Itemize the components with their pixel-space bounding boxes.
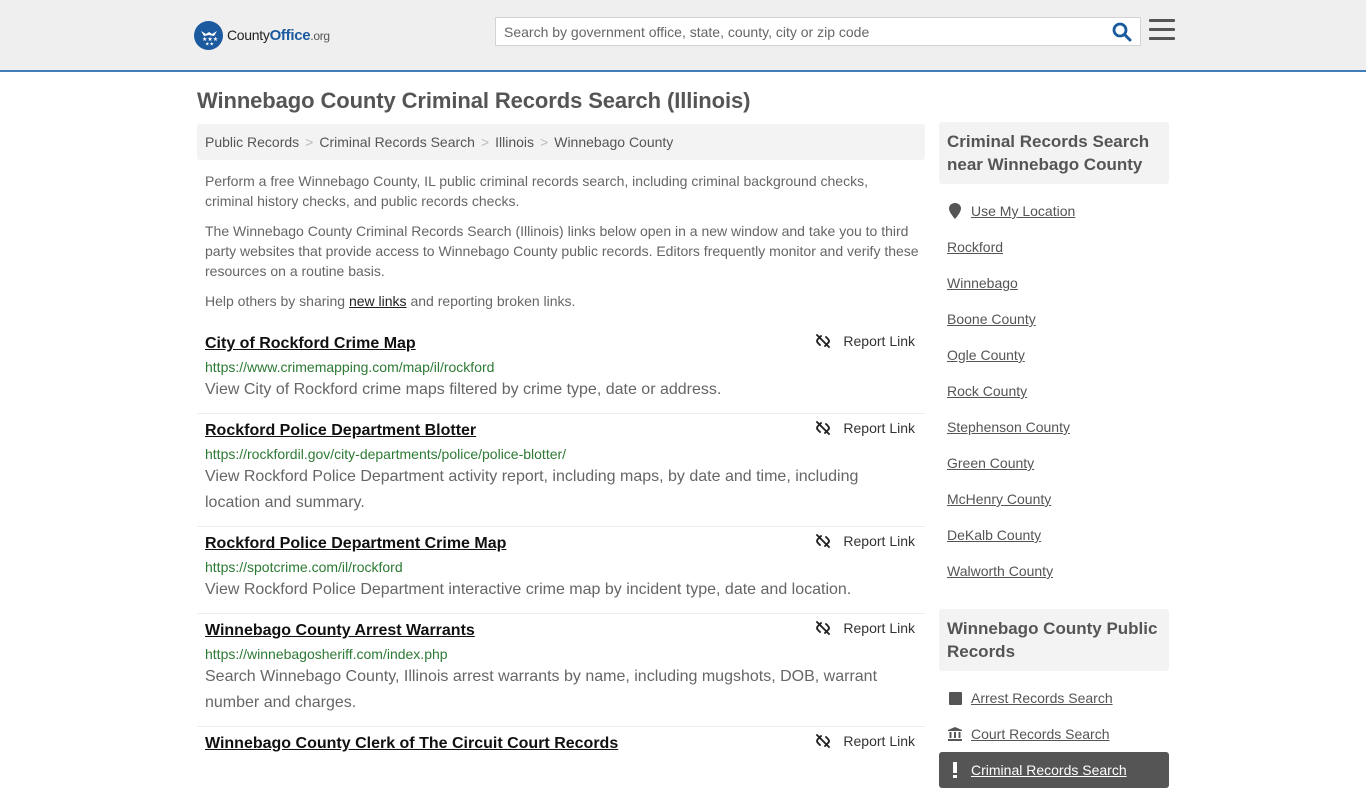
breadcrumb: Public Records > Criminal Records Search > I… [197,124,925,160]
page-title: Winnebago County Criminal Records Search… [197,88,751,113]
nearby-link-walworth-county[interactable]: Walworth County [947,563,1053,579]
nearby-link-mchenry-county[interactable]: McHenry County [947,491,1051,507]
search-box [495,17,1141,46]
breadcrumb-separator: > [540,134,549,150]
result-description: View City of Rockford crime maps filtere… [205,381,722,398]
nearby-heading: Criminal Records Search near Winnebago C… [939,122,1169,184]
report-link-label: Report Link [843,420,915,436]
broken-link-icon [816,534,831,548]
search-input[interactable] [496,18,1106,45]
report-link-button[interactable]: Report Link [815,620,915,636]
breadcrumb-illinois[interactable]: Illinois [495,134,534,150]
nearby-link-green-county[interactable]: Green County [947,455,1034,471]
report-link-label: Report Link [843,620,915,636]
nearby-item: Walworth County [947,553,1161,589]
map-pin-icon [947,203,963,219]
report-link-button[interactable]: Report Link [815,333,915,349]
breadcrumb-public-records[interactable]: Public Records [205,134,299,150]
nearby-link-dekalb-county[interactable]: DeKalb County [947,527,1041,543]
result-item: Winnebago County Arrest Warrants https:/… [197,614,925,727]
result-title-link[interactable]: Rockford Police Department Crime Map [205,534,506,554]
search-icon [1112,22,1132,42]
nearby-item: McHenry County [947,481,1161,517]
nearby-link-winnebago[interactable]: Winnebago [947,275,1018,291]
eagle-stars-icon: ★★★ ★★ [194,21,223,50]
result-url: https://spotcrime.com/il/rockford [205,559,403,575]
result-item: City of Rockford Crime Map https://www.c… [197,327,925,414]
result-item: Winnebago County Clerk of The Circuit Co… [197,727,925,764]
result-url: https://www.crimemapping.com/map/il/rock… [205,359,495,375]
svg-text:★★: ★★ [205,41,214,46]
report-link-label: Report Link [843,733,915,749]
intro-text: Perform a free Winnebago County, IL publ… [205,171,920,321]
broken-link-icon [816,334,831,348]
report-link-label: Report Link [843,533,915,549]
result-title-link[interactable]: City of Rockford Crime Map [205,334,416,354]
breadcrumb-current: Winnebago County [554,134,674,150]
arrest-records-link[interactable]: Arrest Records Search [971,690,1113,706]
site-logo[interactable]: ★★★ ★★ CountyOffice.org [194,21,330,50]
nearby-item: Boone County [947,301,1161,337]
result-title-link[interactable]: Winnebago County Arrest Warrants [205,621,475,641]
courthouse-icon [947,727,963,741]
public-records-item: Court Records Search [947,716,1161,752]
use-my-location-item: Use My Location [947,193,1161,229]
nearby-link-rockford[interactable]: Rockford [947,239,1003,255]
criminal-records-link[interactable]: Criminal Records Search [971,762,1127,778]
hamburger-menu-icon[interactable] [1149,19,1175,43]
results-list: City of Rockford Crime Map https://www.c… [197,327,925,764]
breadcrumb-criminal-records[interactable]: Criminal Records Search [319,134,475,150]
result-description: Search Winnebago County, Illinois arrest… [205,668,878,711]
report-link-button[interactable]: Report Link [815,533,915,549]
intro-paragraph: The Winnebago County Criminal Records Se… [205,223,919,279]
top-bar: ★★★ ★★ CountyOffice.org [0,0,1366,72]
public-records-list: Arrest Records Search Court Records Sear… [939,671,1169,788]
logo-text: CountyOffice.org [227,27,330,44]
nearby-list: Use My Location Rockford Winnebago Boone… [939,184,1169,589]
nearby-item: Stephenson County [947,409,1161,445]
nearby-link-ogle-county[interactable]: Ogle County [947,347,1025,363]
intro-share-paragraph: Help others by sharing new links and rep… [205,293,576,309]
nearby-item: Green County [947,445,1161,481]
result-url: https://winnebagosheriff.com/index.php [205,646,448,662]
result-description: View Rockford Police Department activity… [205,468,859,511]
court-records-link[interactable]: Court Records Search [971,726,1110,742]
nearby-item: Winnebago [947,265,1161,301]
broken-link-icon [816,734,831,748]
report-link-label: Report Link [843,333,915,349]
nearby-link-stephenson-county[interactable]: Stephenson County [947,419,1070,435]
nearby-item: Rockford [947,229,1161,265]
public-records-item: Arrest Records Search [947,680,1161,716]
new-links-link[interactable]: new links [349,293,407,309]
result-title-link[interactable]: Rockford Police Department Blotter [205,421,476,441]
public-records-heading: Winnebago County Public Records [939,609,1169,671]
public-records-item-active: Criminal Records Search [939,752,1169,788]
exclamation-icon [947,762,963,778]
use-my-location-link[interactable]: Use My Location [971,203,1075,219]
intro-paragraph: Perform a free Winnebago County, IL publ… [205,173,868,209]
broken-link-icon [816,621,831,635]
sidebar: Criminal Records Search near Winnebago C… [939,122,1169,788]
nearby-item: Rock County [947,373,1161,409]
report-link-button[interactable]: Report Link [815,733,915,749]
square-icon [947,691,963,705]
report-link-button[interactable]: Report Link [815,420,915,436]
breadcrumb-separator: > [480,134,490,150]
result-title-link[interactable]: Winnebago County Clerk of The Circuit Co… [205,734,618,754]
result-item: Rockford Police Department Crime Map htt… [197,527,925,614]
result-url: https://rockfordil.gov/city-departments/… [205,446,567,462]
nearby-item: Ogle County [947,337,1161,373]
nearby-item: DeKalb County [947,517,1161,553]
breadcrumb-separator: > [305,134,314,150]
nearby-link-rock-county[interactable]: Rock County [947,383,1027,399]
result-item: Rockford Police Department Blotter https… [197,414,925,527]
broken-link-icon [816,421,831,435]
nearby-link-boone-county[interactable]: Boone County [947,311,1036,327]
search-button[interactable] [1112,22,1134,42]
result-description: View Rockford Police Department interact… [205,581,852,598]
